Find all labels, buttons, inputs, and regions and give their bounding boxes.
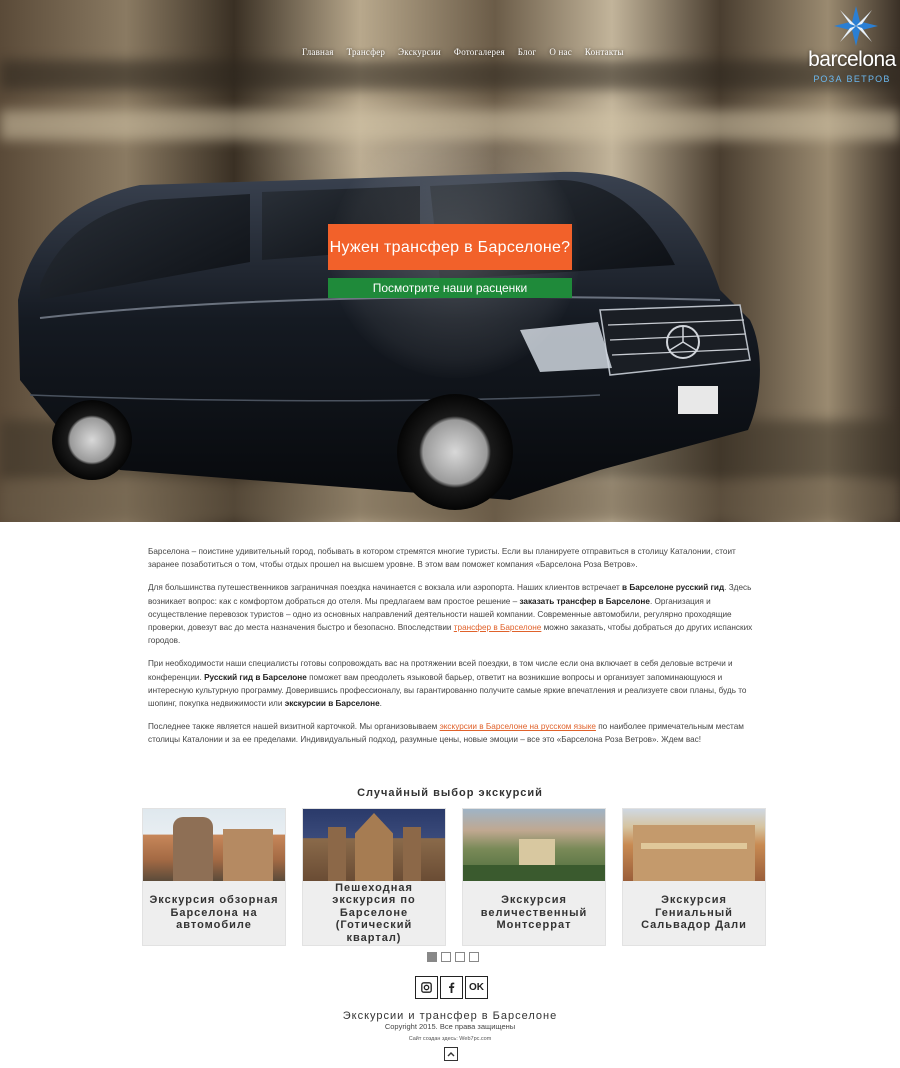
nav-item-gallery[interactable]: Фотогалерея	[454, 47, 505, 57]
excursion-title: Экскурсия Гениальный Сальвадор Дали	[641, 894, 747, 932]
nav-item-blog[interactable]: Блог	[518, 47, 537, 57]
scroll-top-button[interactable]	[444, 1047, 458, 1061]
social-links: OK	[415, 976, 488, 999]
excursion-title: Экскурсия величественный Монтсеррат	[480, 894, 588, 932]
nav-item-contacts[interactable]: Контакты	[585, 47, 624, 57]
logo-subtitle: РОЗА ВЕТРОВ	[813, 74, 891, 84]
excursion-card[interactable]: Экскурсия Гениальный Сальвадор Дали	[622, 808, 766, 946]
excursion-image	[463, 809, 605, 881]
carousel-dot[interactable]	[441, 952, 451, 962]
excursions-title: Случайный выбор экскурсий	[357, 787, 543, 799]
hero-headline[interactable]: Нужен трансфер в Барселоне?	[328, 224, 572, 270]
site-logo[interactable]: barcelona РОЗА ВЕТРОВ	[808, 4, 896, 84]
intro-text: Барселона – поистине удивительный город,…	[148, 545, 753, 757]
paragraph: Барселона – поистине удивительный город,…	[148, 547, 736, 570]
hero-banner: Главная Трансфер Экскурсии Фотогалерея Б…	[0, 0, 900, 522]
nav-item-transfer[interactable]: Трансфер	[347, 47, 386, 57]
footer-made-by[interactable]: Сайт создан здесь: Web7pc.com	[0, 1036, 900, 1042]
excursions-russian-link[interactable]: экскурсии в Барселоне на русском языке	[440, 722, 596, 731]
paragraph: Последнее также является нашей визитной …	[148, 722, 744, 745]
excursion-image	[623, 809, 765, 881]
facebook-icon[interactable]	[440, 976, 463, 999]
instagram-icon[interactable]	[415, 976, 438, 999]
paragraph: При необходимости наши специалисты готов…	[148, 659, 747, 709]
nav-item-excursions[interactable]: Экскурсии	[398, 47, 441, 57]
carousel-dot[interactable]	[455, 952, 465, 962]
excursion-cards: Экскурсия обзорная Барселона на автомоби…	[142, 808, 766, 946]
footer-copyright: Copyright 2015. Все права защищены	[384, 1022, 516, 1031]
excursion-image	[303, 809, 445, 881]
odnoklassniki-icon[interactable]: OK	[465, 976, 488, 999]
excursion-card[interactable]: Экскурсия обзорная Барселона на автомоби…	[142, 808, 286, 946]
nav-item-about[interactable]: О нас	[549, 47, 572, 57]
nav-item-home[interactable]: Главная	[302, 47, 334, 57]
chevron-up-icon	[447, 1052, 455, 1057]
carousel-pagination	[427, 952, 479, 962]
logo-word: barcelona	[808, 48, 896, 71]
excursion-card[interactable]: Пешеходная экскурсия по Барселоне (Готич…	[302, 808, 446, 946]
transfer-link[interactable]: трансфер в Барселоне	[454, 623, 542, 632]
excursion-title: Экскурсия обзорная Барселона на автомоби…	[149, 894, 279, 932]
excursion-title: Пешеходная экскурсия по Барселоне (Готич…	[332, 881, 416, 944]
carousel-dot[interactable]	[427, 952, 437, 962]
footer-title: Экскурсии и трансфер в Барселоне	[342, 1010, 558, 1022]
main-nav: Главная Трансфер Экскурсии Фотогалерея Б…	[302, 47, 624, 57]
carousel-dot[interactable]	[469, 952, 479, 962]
paragraph: Для большинства путешественников заграни…	[148, 583, 753, 646]
excursion-card[interactable]: Экскурсия величественный Монтсеррат	[462, 808, 606, 946]
compass-rose-icon	[834, 6, 878, 46]
excursion-image	[143, 809, 285, 881]
prices-button[interactable]: Посмотрите наши расценки	[328, 278, 572, 298]
